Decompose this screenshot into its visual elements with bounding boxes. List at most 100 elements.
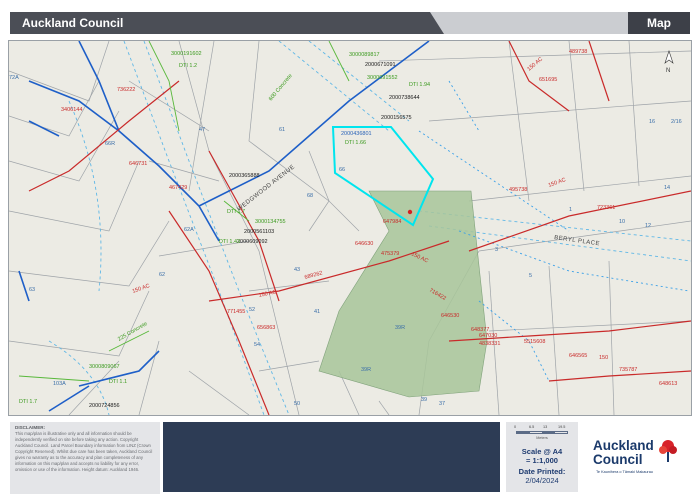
- dti-label: DTI 1.43: [219, 239, 240, 245]
- lot-number: 61: [279, 127, 285, 133]
- lot-number: 39: [421, 397, 427, 403]
- lot-number: 39R: [395, 325, 405, 331]
- wastewater-pipes: [18, 41, 350, 382]
- site-marker: [407, 209, 413, 215]
- pohutukawa-icon: [659, 440, 677, 462]
- asset-id: 5515608: [524, 339, 545, 345]
- logo-line2: Council: [593, 452, 643, 467]
- asset-id: 736222: [117, 87, 135, 93]
- asset-id: 646530: [441, 313, 459, 319]
- asset-id: 723361: [597, 205, 615, 211]
- date-label: Date Printed:: [518, 467, 566, 476]
- lot-number: 68: [307, 193, 313, 199]
- map-svg: 3000089817 2000671091 3000091552 2000738…: [9, 41, 691, 415]
- lot-number: 2/16: [671, 119, 682, 125]
- scale-label: Scale @ A4: [521, 447, 563, 456]
- feature-label: 2000671091: [365, 62, 396, 68]
- asset-id: 656863: [257, 325, 275, 331]
- lot-number: 66: [339, 167, 345, 173]
- pipe-label: 150 AC: [526, 56, 544, 72]
- lot-number: 72A: [9, 75, 19, 81]
- asset-id: 646565: [569, 353, 587, 359]
- lot-number: 14: [664, 185, 670, 191]
- lot-number: 12: [645, 223, 651, 229]
- feature-label: 3000191602: [171, 51, 202, 57]
- asset-id: 646630: [355, 241, 373, 247]
- dti-label: DTI 1.66: [345, 140, 366, 146]
- lot-number: 39R: [361, 367, 371, 373]
- date-value: 2/04/2024: [525, 476, 559, 485]
- lot-number: 41: [314, 309, 320, 315]
- lot-number: 37: [439, 401, 445, 407]
- asset-id: 648613: [659, 381, 677, 387]
- disclaimer-text: This map/plan is illustrative only and a…: [15, 431, 153, 472]
- asset-id: 647984: [383, 219, 401, 225]
- header-title: Auckland Council: [22, 16, 124, 30]
- lot-number: 5: [529, 273, 532, 279]
- road-label-wedgwood: WEDGWOOD AVENUE: [237, 164, 297, 212]
- scale-tick: 6.5: [529, 425, 535, 429]
- lot-number: 62A: [184, 227, 194, 233]
- scale-text: Scale @ A4 = 1:1,000: [506, 447, 578, 465]
- scale-bar: [516, 431, 568, 434]
- asset-id: 646731: [129, 161, 147, 167]
- asset-id: 771455: [227, 309, 245, 315]
- asset-id: 489738: [569, 49, 587, 55]
- lot-number: 62: [159, 272, 165, 278]
- map-canvas[interactable]: 3000089817 2000671091 3000091552 2000738…: [8, 40, 692, 416]
- lot-number: 103A: [53, 381, 66, 387]
- feature-label: 2000738644: [389, 95, 420, 101]
- lot-number: 52: [249, 307, 255, 313]
- dti-label: DTI 1.7: [19, 399, 37, 405]
- asset-id: 475379: [381, 251, 399, 257]
- lot-number: 50: [294, 401, 300, 407]
- feature-label: 3000091552: [367, 75, 398, 81]
- pipe-label: 150 AC: [548, 177, 567, 189]
- feature-label: 2000561103: [244, 229, 274, 235]
- lot-number: 54: [254, 342, 260, 348]
- asset-id: 467429: [169, 185, 187, 191]
- asset-id: 4838331: [479, 341, 500, 347]
- scale-panel: 0 6.5 13 19.5 Meters Scale @ A4 = 1:1,00…: [506, 422, 578, 492]
- lot-number: 47: [199, 127, 205, 133]
- lot-number: 10: [619, 219, 625, 225]
- scale-unit: Meters: [536, 436, 548, 440]
- disclaimer-panel: DISCLAIMER: This map/plan is illustrativ…: [10, 422, 160, 494]
- pipe-label: 600 Concrete: [268, 73, 294, 102]
- asset-id: 647030: [479, 333, 497, 339]
- scale-value: = 1:1,000: [526, 456, 558, 465]
- asset-id: 651695: [539, 77, 557, 83]
- north-label: N: [666, 68, 670, 74]
- asset-id: 735787: [619, 367, 637, 373]
- lot-number: 16: [649, 119, 655, 125]
- lot-number: 66R: [105, 141, 115, 147]
- date-printed: Date Printed: 2/04/2024: [506, 467, 578, 485]
- scale-tick: 19.5: [558, 425, 566, 429]
- feature-label: 2000436801: [341, 131, 372, 137]
- feature-label: 2000724856: [89, 403, 120, 409]
- feature-label: 2000156575: [381, 115, 412, 121]
- logo-line1: Auckland: [593, 438, 654, 453]
- lot-number: 1: [569, 207, 572, 213]
- logo-tagline: Te Kaunihera o Tāmaki Makaurau: [596, 470, 653, 474]
- council-logo: Auckland Council Te Kaunihera o Tāmaki M…: [583, 422, 690, 492]
- feature-label: 2000609092: [237, 239, 268, 245]
- asset-id: 3406144: [61, 107, 82, 113]
- pipe-label: 150: [599, 355, 608, 361]
- north-arrow: N: [664, 50, 674, 74]
- asset-id: 495738: [509, 187, 527, 193]
- lot-number: 3: [495, 247, 498, 253]
- lot-number: 63: [29, 287, 35, 293]
- scale-tick: 13: [543, 425, 548, 429]
- legend-panel: [163, 422, 500, 492]
- pipe-label: 150 AC: [258, 289, 277, 299]
- map-label: Map: [628, 12, 690, 34]
- logo-wordmark: Auckland Council: [593, 439, 654, 467]
- dti-label: DTI 1.1: [109, 379, 127, 385]
- header-accent: [430, 12, 630, 34]
- lot-number: 43: [294, 267, 300, 273]
- feature-label: 3000089817: [349, 52, 380, 58]
- feature-label: 2000365888: [229, 173, 260, 179]
- scale-tick: 0: [514, 425, 517, 429]
- feature-label: 3000134755: [255, 219, 286, 225]
